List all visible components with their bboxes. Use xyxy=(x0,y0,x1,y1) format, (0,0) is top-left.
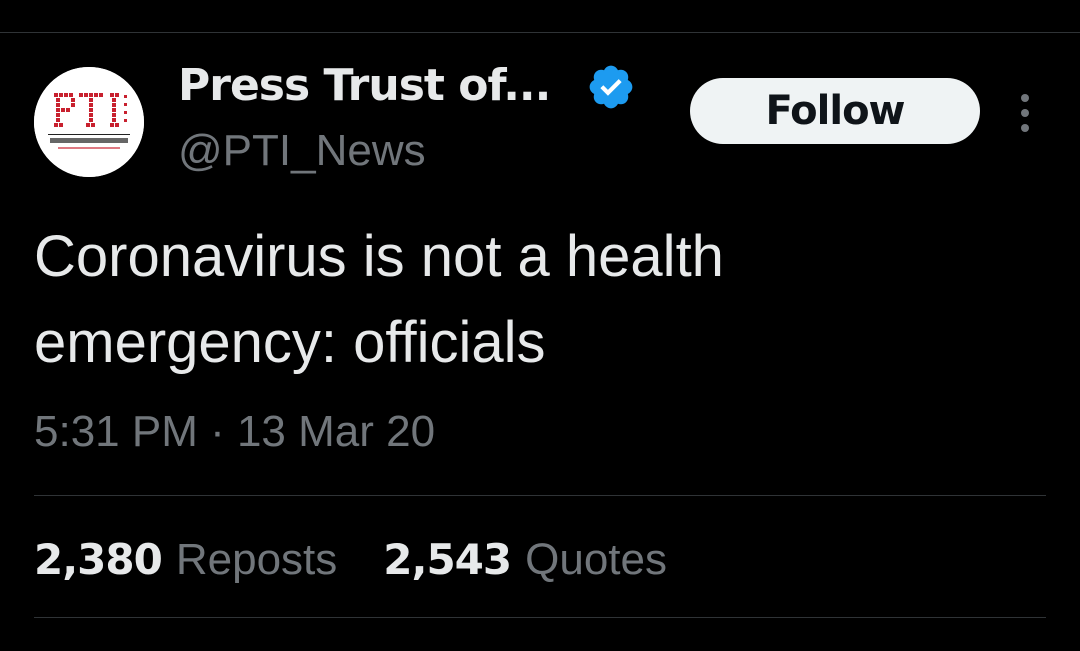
quotes-count: 2,543 xyxy=(383,535,512,584)
quotes-stat[interactable]: 2,543 Quotes xyxy=(383,528,667,592)
engagement-stats: 2,380 Reposts 2,543 Quotes xyxy=(34,528,699,592)
display-name[interactable]: Press Trust of... xyxy=(178,58,551,114)
reposts-label: Reposts xyxy=(175,535,338,584)
avatar[interactable] xyxy=(34,67,144,177)
verified-badge-icon[interactable] xyxy=(586,62,636,112)
tweet-timestamp[interactable]: 5:31 PM · 13 Mar 20 xyxy=(34,400,435,464)
divider xyxy=(34,495,1046,496)
reposts-count: 2,380 xyxy=(34,535,163,584)
divider xyxy=(34,617,1046,618)
follow-button[interactable]: Follow xyxy=(690,78,980,144)
author-handle[interactable]: @PTI_News xyxy=(178,124,426,178)
more-vertical-icon[interactable] xyxy=(1008,88,1042,138)
top-divider xyxy=(0,32,1080,33)
reposts-stat[interactable]: 2,380 Reposts xyxy=(34,528,337,592)
pti-logo xyxy=(34,67,144,177)
tweet-text: Coronavirus is not a health emergency: o… xyxy=(34,224,724,375)
quotes-label: Quotes xyxy=(525,535,668,584)
